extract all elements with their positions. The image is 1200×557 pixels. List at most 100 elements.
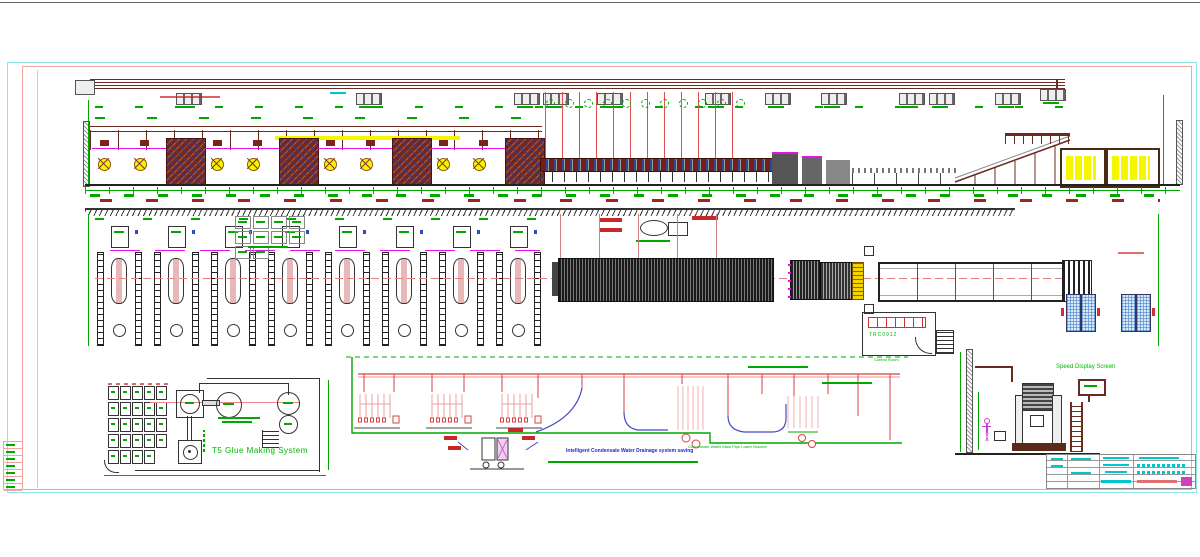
splicer-head	[100, 140, 109, 146]
heating-coil-group	[354, 394, 542, 428]
title-block-text	[1103, 457, 1129, 459]
dimension-line	[85, 190, 1180, 191]
preheater-circle	[679, 99, 688, 108]
preheater-circle	[717, 99, 726, 108]
roller-stack	[1022, 383, 1054, 411]
single-facer-machine	[166, 138, 206, 186]
control-rack-box	[235, 231, 251, 244]
board-pallet	[1066, 294, 1081, 332]
preheater-circle	[736, 99, 745, 108]
glue-room-wall	[319, 378, 320, 472]
preheater-circle	[546, 99, 555, 108]
machine-detail	[1030, 415, 1044, 427]
title-block-text	[1101, 480, 1131, 483]
starch-bag	[132, 418, 143, 432]
machine-frame	[1052, 395, 1062, 445]
screen-pole	[1088, 394, 1090, 402]
mixer-circle	[180, 394, 200, 414]
roll-stand-rail	[211, 252, 218, 346]
roll-stand-rail	[534, 252, 541, 346]
roll-stand-rail	[192, 252, 199, 346]
glue-room-wall	[135, 470, 320, 471]
control-console	[868, 317, 926, 328]
control-rack-cluster	[234, 215, 316, 243]
pallet-arrow	[1097, 308, 1100, 316]
starch-bag	[108, 450, 119, 464]
plan-roll-stand	[266, 226, 323, 346]
splicer-head	[366, 140, 375, 146]
machine-name-label-dashes	[100, 199, 1160, 202]
plan-wall-hatch	[85, 208, 1015, 216]
roll-stand-and-facer-module	[318, 136, 431, 188]
starch-bag	[156, 434, 167, 448]
starch-bag	[156, 402, 167, 416]
starch-bag	[132, 450, 143, 464]
annotation-dashes-green	[95, 117, 545, 119]
vertical-green-label	[203, 430, 205, 452]
title-block-text	[1051, 458, 1063, 460]
control-rack-box	[271, 216, 287, 229]
preheater-circle	[565, 99, 574, 108]
condensate-blue-pipes	[536, 388, 786, 432]
paper-roll-plan	[168, 258, 184, 304]
roll-stand-and-facer-module	[205, 136, 318, 188]
stacked-board	[1112, 156, 1150, 180]
pump-pipe	[187, 416, 188, 440]
machine-base	[1012, 443, 1066, 451]
knife-jack	[864, 246, 874, 256]
storage-tank-1	[277, 392, 300, 415]
tank-label	[223, 403, 234, 405]
bridge-equipment-box	[899, 93, 925, 105]
wet-end-module-row	[92, 136, 544, 188]
splicer-plan	[339, 226, 357, 248]
splicer-head	[479, 140, 488, 146]
glue-dimension-v	[328, 380, 329, 470]
roll-core	[512, 324, 525, 337]
roll-stand-rail	[154, 252, 161, 346]
roll-core	[341, 324, 354, 337]
legend-row	[4, 484, 22, 491]
splicer-head	[326, 140, 335, 146]
paper-roll-plan	[111, 258, 127, 304]
legend-row	[4, 449, 22, 456]
title-block-text	[1051, 465, 1063, 467]
starch-bag	[144, 386, 155, 400]
glue-tank-circle	[216, 392, 242, 418]
exit-conveyor-plan	[878, 262, 1066, 302]
title-block-grid-text	[1137, 471, 1185, 474]
control-rack-box	[253, 231, 269, 244]
stacker-walkway-rails	[1005, 136, 1070, 144]
glue-pump-box	[178, 440, 202, 464]
starch-bag	[144, 434, 155, 448]
overhead-bracket	[975, 366, 1013, 368]
bridge-hoist-box	[75, 80, 95, 95]
splicer-head	[213, 140, 222, 146]
cutoff-knife	[826, 160, 850, 184]
slitter-plan	[820, 262, 852, 300]
starch-bag	[144, 402, 155, 416]
condensate-main-green	[352, 357, 902, 443]
transfer-conveyor-stands	[852, 173, 958, 184]
preheater-circle	[660, 99, 669, 108]
single-facer-machine	[279, 138, 319, 186]
plan-roll-stand	[152, 226, 209, 346]
roll-stand-rail	[477, 252, 484, 346]
stacked-board	[1066, 156, 1096, 180]
roll-core	[284, 324, 297, 337]
steam-risers	[364, 374, 890, 440]
tank-label	[284, 423, 292, 425]
speed-display-label: Speed Display Screen	[1056, 364, 1115, 370]
condensate-recovery-unit	[444, 428, 538, 469]
starch-bag	[108, 418, 119, 432]
preheater-circle	[584, 99, 593, 108]
pump-center	[188, 450, 191, 453]
starch-bag	[132, 434, 143, 448]
overhead-cable-bridge	[90, 79, 1065, 89]
legend-row	[4, 442, 22, 449]
starch-bag	[132, 402, 143, 416]
roll-stand-rail	[135, 252, 142, 346]
plan-roll-stand	[494, 226, 551, 346]
roll-core	[113, 324, 126, 337]
plan-roll-stand	[380, 226, 437, 346]
starch-bag	[108, 402, 119, 416]
